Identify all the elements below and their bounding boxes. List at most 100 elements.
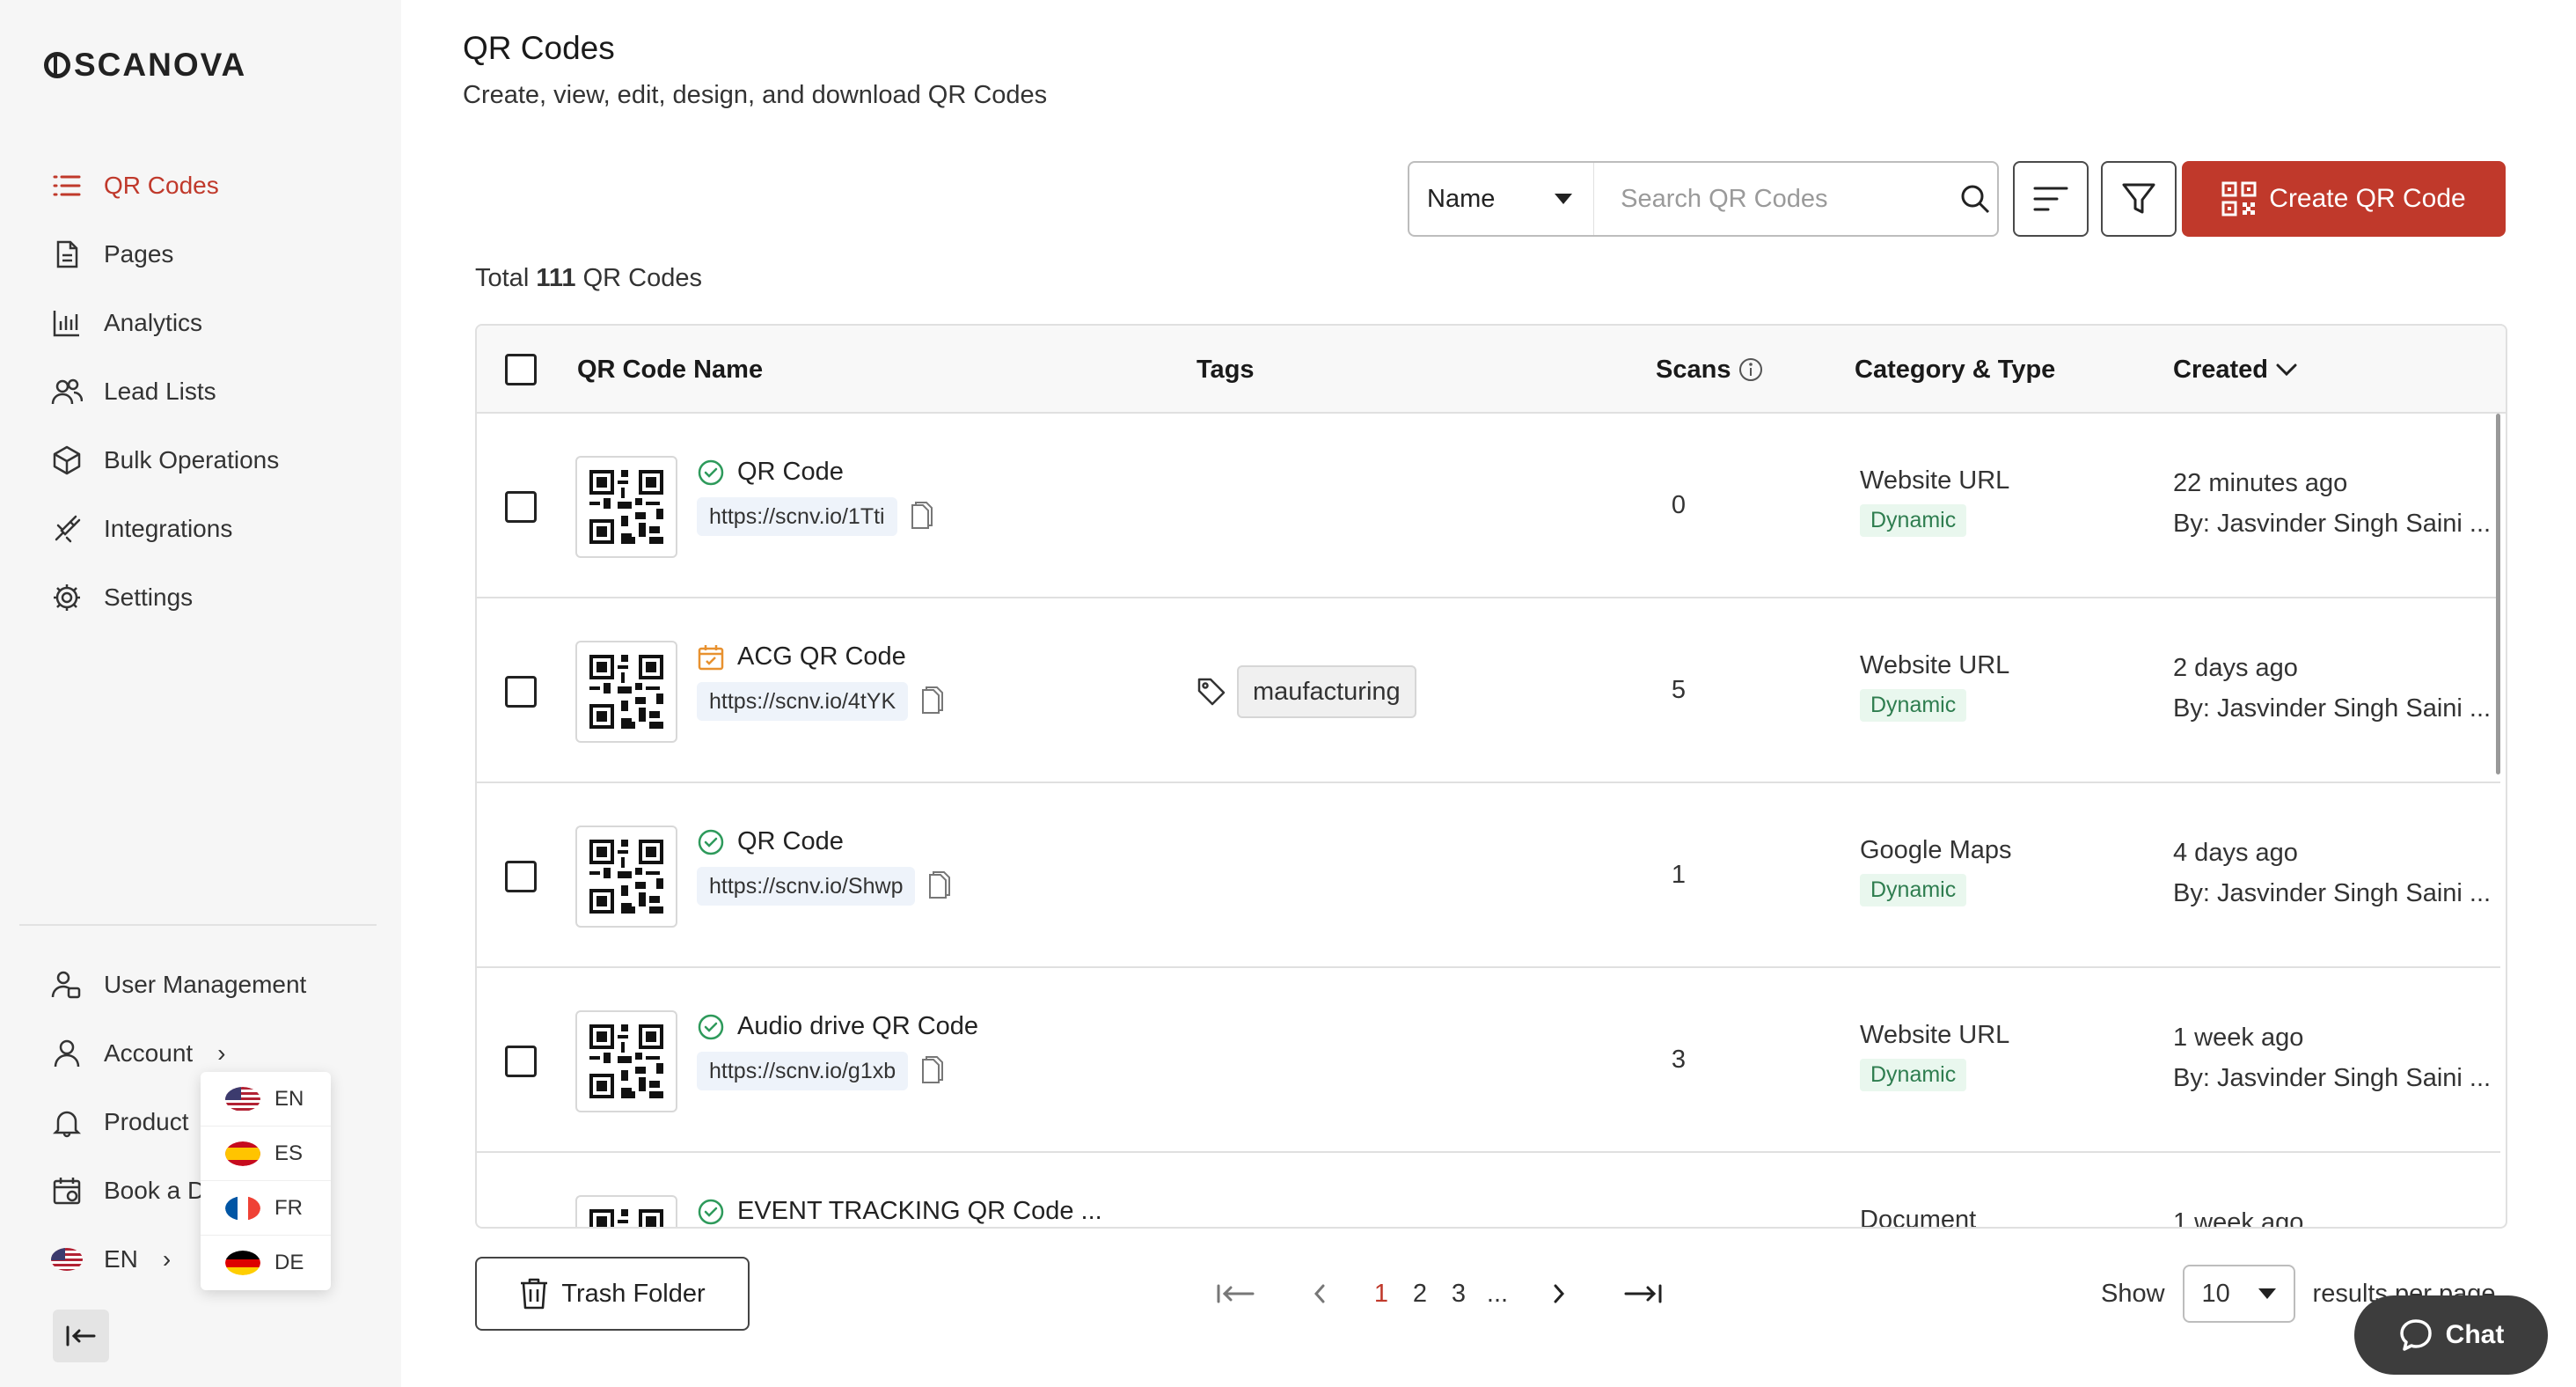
short-url[interactable]: https://scnv.io/4tYK bbox=[697, 682, 909, 721]
users-icon bbox=[49, 374, 84, 409]
gear-icon bbox=[49, 580, 84, 615]
qr-code-name[interactable]: QR Code bbox=[737, 458, 844, 487]
table-row[interactable]: Audio drive QR Code https://scnv.io/g1xb 3… bbox=[477, 970, 2500, 1153]
total-number: 111 bbox=[536, 264, 576, 292]
column-created[interactable]: Created bbox=[2173, 326, 2298, 414]
total-suffix: QR Codes bbox=[582, 264, 702, 292]
language-code: FR bbox=[274, 1195, 303, 1220]
logo-mark-icon bbox=[44, 52, 70, 78]
cube-icon bbox=[49, 443, 84, 478]
qr-thumbnail[interactable] bbox=[575, 1195, 677, 1227]
calendar-icon bbox=[49, 1173, 84, 1208]
search-icon[interactable] bbox=[1952, 183, 1997, 215]
filter-button[interactable] bbox=[2101, 161, 2177, 237]
type-badge: Dynamic bbox=[1860, 689, 1967, 722]
qr-thumbnail[interactable] bbox=[575, 456, 677, 558]
created-by: By: Jasvinder Singh Saini ... bbox=[2173, 694, 2492, 723]
page-1-button[interactable]: 1 bbox=[1362, 1280, 1401, 1309]
language-code: DE bbox=[274, 1251, 304, 1274]
scanova-logo[interactable]: SCANOVA bbox=[44, 46, 246, 84]
trash-folder-button[interactable]: Trash Folder bbox=[475, 1257, 750, 1331]
language-option-en[interactable]: EN bbox=[201, 1072, 331, 1126]
qr-thumbnail[interactable] bbox=[575, 1010, 677, 1112]
scan-count: 3 bbox=[1671, 1046, 1687, 1074]
language-option-fr[interactable]: FR bbox=[201, 1181, 331, 1236]
es-flag-icon bbox=[225, 1141, 260, 1166]
total-count: Total 111 QR Codes bbox=[475, 264, 702, 293]
category: Google Maps bbox=[1860, 836, 2012, 864]
caret-down-icon bbox=[1555, 194, 1573, 204]
copy-icon[interactable] bbox=[926, 871, 952, 901]
next-page-button[interactable] bbox=[1517, 1283, 1601, 1304]
sidebar-item-analytics[interactable]: Analytics bbox=[49, 289, 279, 357]
qr-thumbnail[interactable] bbox=[575, 826, 677, 928]
last-page-button[interactable] bbox=[1601, 1283, 1686, 1304]
sidebar-item-user-management[interactable]: User Management bbox=[49, 950, 306, 1019]
sidebar-item-label: Bulk Operations bbox=[104, 446, 280, 473]
sidebar-item-pages[interactable]: Pages bbox=[49, 220, 279, 289]
sidebar-item-integrations[interactable]: Integrations bbox=[49, 495, 279, 563]
copy-icon[interactable] bbox=[918, 1056, 945, 1086]
short-url[interactable]: https://scnv.io/1Tti bbox=[697, 497, 897, 536]
collapse-arrow-icon bbox=[66, 1325, 96, 1347]
language-option-es[interactable]: ES bbox=[201, 1126, 331, 1181]
us-flag-icon bbox=[49, 1242, 84, 1277]
column-scans[interactable]: Scans bbox=[1656, 326, 1764, 414]
qr-code-name[interactable]: QR Code bbox=[737, 827, 844, 856]
first-page-button[interactable] bbox=[1193, 1283, 1277, 1304]
page-size-value: 10 bbox=[2201, 1279, 2230, 1308]
row-checkbox[interactable] bbox=[505, 491, 537, 523]
info-icon[interactable] bbox=[1738, 356, 1764, 383]
select-all-cell bbox=[505, 326, 537, 414]
calendar-check-icon bbox=[698, 644, 724, 670]
table-row[interactable]: ACG QR Code https://scnv.io/4tYK maufactur… bbox=[477, 600, 2500, 783]
chat-button[interactable]: Chat bbox=[2354, 1295, 2548, 1375]
qr-thumbnail[interactable] bbox=[575, 641, 677, 743]
user-icon bbox=[49, 1036, 84, 1071]
select-all-checkbox[interactable] bbox=[505, 354, 537, 385]
create-qr-code-button[interactable]: Create QR Code bbox=[2182, 161, 2506, 237]
row-checkbox[interactable] bbox=[505, 676, 537, 708]
sidebar-item-settings[interactable]: Settings bbox=[49, 563, 279, 632]
table-row[interactable]: EVENT TRACKING QR Code ... Document 1 week… bbox=[477, 1155, 2500, 1227]
search-field-select[interactable]: Name bbox=[1409, 163, 1595, 235]
scan-count: 0 bbox=[1671, 491, 1687, 519]
us-flag-icon bbox=[225, 1086, 260, 1112]
chevron-right-icon: › bbox=[217, 1039, 226, 1067]
row-checkbox[interactable] bbox=[505, 1046, 537, 1077]
qr-code-name[interactable]: EVENT TRACKING QR Code ... bbox=[737, 1197, 1102, 1226]
table-scrollbar[interactable] bbox=[2496, 414, 2500, 774]
sidebar-item-bulk-operations[interactable]: Bulk Operations bbox=[49, 426, 279, 495]
sidebar-item-lead-lists[interactable]: Lead Lists bbox=[49, 357, 279, 426]
sort-button[interactable] bbox=[2013, 161, 2089, 237]
previous-page-button[interactable] bbox=[1277, 1283, 1362, 1304]
row-checkbox[interactable] bbox=[505, 861, 537, 892]
sort-icon bbox=[2033, 187, 2068, 211]
scan-count: 1 bbox=[1671, 861, 1687, 889]
collapse-sidebar-button[interactable] bbox=[53, 1310, 109, 1362]
tag-chip[interactable]: maufacturing bbox=[1237, 665, 1416, 718]
table-row[interactable]: QR Code https://scnv.io/1Tti 0 Website URL D… bbox=[477, 415, 2500, 598]
language-option-de[interactable]: DE bbox=[201, 1236, 331, 1290]
short-url[interactable]: https://scnv.io/Shwp bbox=[697, 867, 916, 906]
column-scans-label: Scans bbox=[1656, 355, 1731, 384]
column-created-label: Created bbox=[2173, 355, 2268, 384]
fr-flag-icon bbox=[225, 1195, 260, 1221]
pagination: 1 2 3 ... bbox=[1193, 1267, 1686, 1320]
table-row[interactable]: QR Code https://scnv.io/Shwp 1 Google Maps D… bbox=[477, 785, 2500, 968]
page-3-button[interactable]: 3 bbox=[1439, 1280, 1478, 1309]
created-by: By: Jasvinder Singh Saini ... bbox=[2173, 1064, 2492, 1092]
copy-icon[interactable] bbox=[908, 502, 934, 532]
sidebar-divider bbox=[19, 924, 377, 926]
page-2-button[interactable]: 2 bbox=[1401, 1280, 1439, 1309]
short-url[interactable]: https://scnv.io/g1xb bbox=[697, 1052, 909, 1090]
column-name[interactable]: QR Code Name bbox=[577, 326, 763, 414]
qr-code-name[interactable]: ACG QR Code bbox=[737, 642, 906, 671]
search-field-value: Name bbox=[1427, 184, 1496, 213]
check-circle-icon bbox=[698, 459, 724, 485]
page-size-select[interactable]: 10 bbox=[2182, 1265, 2295, 1323]
copy-icon[interactable] bbox=[918, 686, 945, 716]
sidebar-item-qr-codes[interactable]: QR Codes bbox=[49, 151, 279, 220]
search-input[interactable] bbox=[1594, 163, 1953, 235]
qr-code-name[interactable]: Audio drive QR Code bbox=[737, 1012, 978, 1041]
